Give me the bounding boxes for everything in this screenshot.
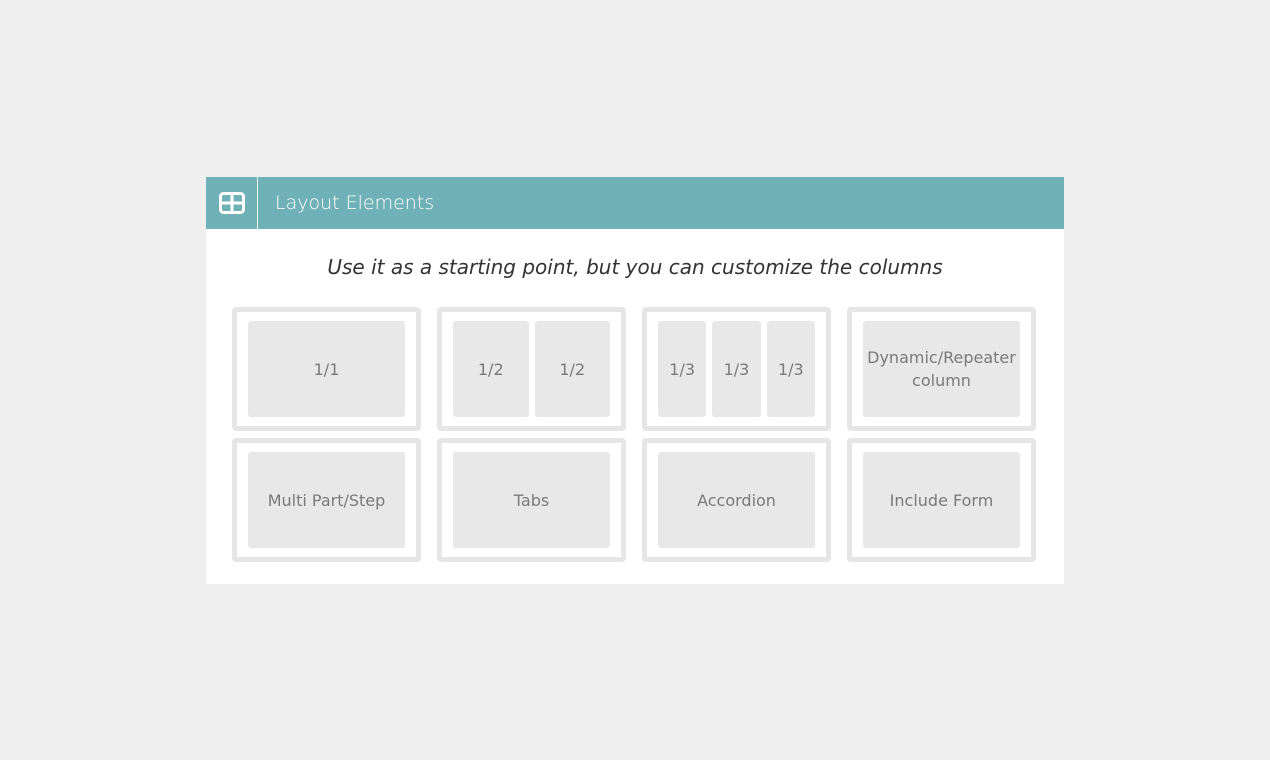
tile-column: 1/3	[712, 321, 761, 417]
tile-column: 1/2	[453, 321, 529, 417]
tile-column: 1/3	[658, 321, 707, 417]
layout-elements-panel: Layout Elements Use it as a starting poi…	[206, 177, 1064, 584]
tile-column: Multi Part/Step	[248, 452, 405, 548]
tile-column: 1/1	[248, 321, 405, 417]
layout-tile-7[interactable]: Include Form	[847, 438, 1036, 562]
layout-tile-5[interactable]: Tabs	[437, 438, 626, 562]
layout-tiles-grid: 1/1 1/2 1/2 1/3 1/3 1/3 Dynamic/Repeater…	[232, 307, 1036, 562]
layout-tile-3[interactable]: Dynamic/Repeater column	[847, 307, 1036, 431]
layout-tile-4[interactable]: Multi Part/Step	[232, 438, 421, 562]
layout-tile-1[interactable]: 1/2 1/2	[437, 307, 626, 431]
tile-column: Dynamic/Repeater column	[863, 321, 1020, 417]
tile-column: Include Form	[863, 452, 1020, 548]
panel-subtitle: Use it as a starting point, but you can …	[327, 255, 943, 279]
layout-tile-2[interactable]: 1/3 1/3 1/3	[642, 307, 831, 431]
layout-tile-0[interactable]: 1/1	[232, 307, 421, 431]
tile-column: Tabs	[453, 452, 610, 548]
panel-header: Layout Elements	[206, 177, 1064, 229]
tile-column: 1/3	[766, 321, 815, 417]
layout-grid-icon	[206, 177, 258, 229]
tile-column: Accordion	[658, 452, 815, 548]
panel-title: Layout Elements	[275, 192, 435, 214]
layout-tile-6[interactable]: Accordion	[642, 438, 831, 562]
tile-column: 1/2	[534, 321, 610, 417]
